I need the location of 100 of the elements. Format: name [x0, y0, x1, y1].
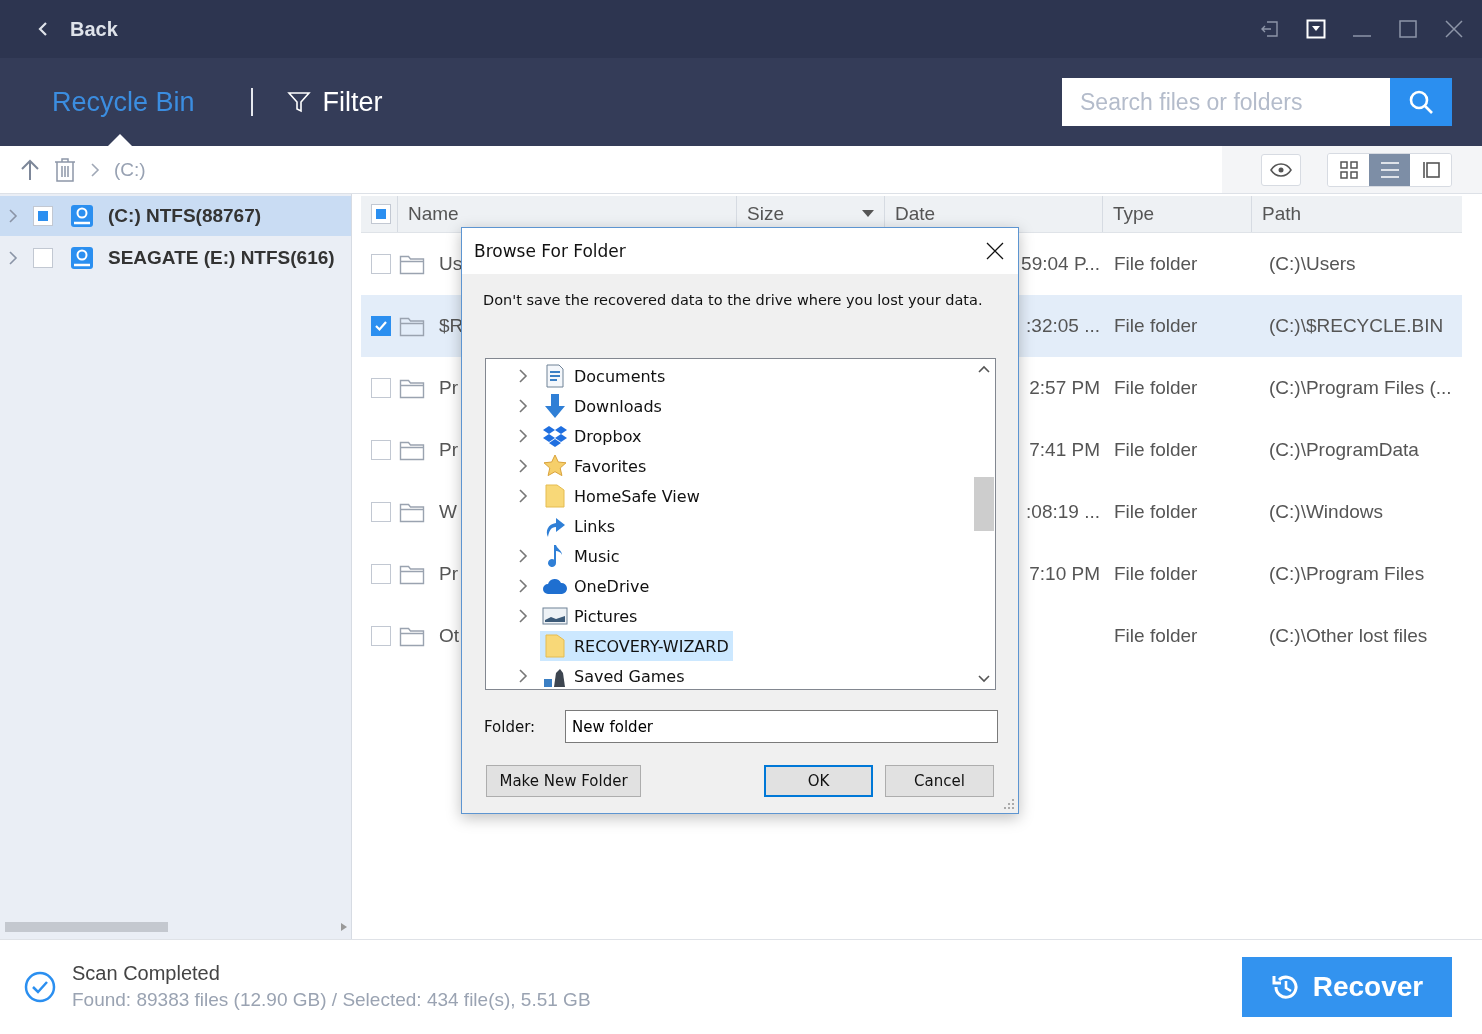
table-cell: W [439, 501, 457, 523]
checkbox[interactable] [371, 564, 391, 584]
drive-item[interactable]: (C:) NTFS(88767) [0, 196, 351, 236]
expand-chevron-icon[interactable] [518, 489, 528, 503]
chevron-right-icon[interactable] [90, 162, 100, 177]
dialog-title: Browse For Folder [474, 241, 626, 261]
close-icon[interactable] [1444, 19, 1464, 39]
expand-chevron-icon[interactable] [518, 669, 528, 683]
resize-grip-icon[interactable] [1003, 798, 1015, 810]
checkbox[interactable] [33, 206, 53, 226]
list-view-button[interactable] [1369, 153, 1410, 186]
view-toggle[interactable] [1327, 152, 1452, 187]
filter-icon [286, 90, 311, 114]
tree-item[interactable]: Music [540, 541, 624, 571]
table-cell: (C:)\Users [1269, 253, 1356, 275]
back-button[interactable]: Back [38, 17, 118, 41]
preview-button[interactable] [1261, 153, 1301, 186]
filter-button[interactable]: Filter [286, 86, 383, 118]
chevron-right-icon[interactable] [8, 251, 18, 265]
tree-item[interactable]: Pictures [540, 601, 642, 631]
table-cell: File folder [1114, 501, 1198, 523]
search-field[interactable]: Search files or folders [1062, 78, 1390, 126]
checkbox[interactable] [33, 248, 53, 268]
dialog-button[interactable]: Make New Folder [486, 765, 641, 797]
checkbox[interactable] [371, 440, 391, 460]
expand-chevron-icon[interactable] [518, 549, 528, 563]
tree-item[interactable]: Downloads [540, 391, 666, 421]
table-cell: (C:)\Other lost files [1269, 625, 1428, 647]
folder-icon [399, 439, 425, 461]
expand-chevron-icon[interactable] [518, 459, 528, 473]
table-cell: Pr [439, 377, 458, 399]
grid-view-button[interactable] [1328, 153, 1369, 186]
tree-item[interactable]: HomeSafe View [540, 481, 704, 511]
folder-icon [399, 253, 425, 275]
checkbox[interactable] [371, 254, 391, 274]
folder-icon [399, 315, 425, 337]
checkbox[interactable] [371, 626, 391, 646]
column-header[interactable]: Type [1102, 196, 1251, 232]
scroll-thumb[interactable] [974, 477, 994, 531]
scroll-right-icon[interactable] [341, 923, 347, 931]
panel-view-button[interactable] [1410, 153, 1451, 186]
column-header[interactable]: Path [1251, 196, 1461, 232]
folder-icon [542, 483, 568, 509]
table-cell: (C:)\ProgramData [1269, 439, 1419, 461]
table-cell: (C:)\Program Files (... [1269, 377, 1452, 399]
maximize-icon[interactable] [1398, 19, 1418, 39]
list-icon [1379, 159, 1400, 180]
dialog-button[interactable]: OK [764, 765, 873, 797]
close-button[interactable] [986, 242, 1004, 260]
tree-item[interactable]: Favorites [540, 451, 651, 481]
table-cell: :32:05 ... [1026, 315, 1100, 337]
table-cell: 59:04 P... [1021, 253, 1100, 275]
checkbox[interactable] [371, 316, 391, 336]
tree-item[interactable]: Documents [540, 361, 670, 391]
table-cell: (C:)\$RECYCLE.BIN [1269, 315, 1444, 337]
table-cell: Us [439, 253, 463, 275]
drive-item[interactable]: SEAGATE (E:) NTFS(616) [0, 238, 351, 278]
status-detail: Found: 89383 files (12.90 GB) / Selected: 434 file(s), 5.51 GB [72, 989, 591, 1011]
caret-icon[interactable] [862, 210, 874, 218]
folder-icon [399, 625, 425, 647]
checkbox[interactable] [371, 204, 391, 224]
table-cell: (C:)\Program Files [1269, 563, 1425, 585]
exit-icon[interactable] [1260, 19, 1280, 39]
folder-icon [399, 563, 425, 585]
panel-icon [1420, 159, 1441, 180]
chevron-right-icon[interactable] [8, 209, 18, 223]
tree-item[interactable]: RECOVERY-WIZARD [540, 631, 733, 661]
checkbox[interactable] [371, 502, 391, 522]
expand-chevron-icon[interactable] [518, 399, 528, 413]
drive-icon [70, 204, 94, 228]
up-arrow-icon[interactable] [20, 158, 40, 181]
table-cell: File folder [1114, 253, 1198, 275]
expand-chevron-icon[interactable] [518, 369, 528, 383]
dialog-button[interactable]: Cancel [885, 765, 994, 797]
folder-label: Folder: [484, 717, 537, 736]
dropdown-icon[interactable] [1306, 19, 1326, 39]
expand-chevron-icon[interactable] [518, 429, 528, 443]
table-cell: 7:10 PM [1029, 563, 1100, 585]
eye-icon [1270, 162, 1292, 177]
dropbox-icon [542, 423, 568, 449]
table-cell: Pr [439, 563, 458, 585]
folder-field[interactable]: New folder [565, 710, 998, 743]
checkbox[interactable] [371, 378, 391, 398]
table-cell: $R [439, 315, 464, 337]
folder-icon [542, 633, 568, 659]
folder-icon [399, 377, 425, 399]
search-button[interactable] [1390, 78, 1452, 126]
tree-item[interactable]: OneDrive [540, 571, 654, 601]
tree-item[interactable]: Links [540, 511, 620, 541]
table-cell: Pr [439, 439, 458, 461]
trash-icon[interactable] [54, 157, 76, 182]
expand-chevron-icon[interactable] [518, 609, 528, 623]
scroll-up-icon[interactable] [978, 365, 990, 373]
scroll-down-icon[interactable] [978, 675, 990, 683]
table-cell: File folder [1114, 625, 1198, 647]
search-icon [1408, 89, 1434, 115]
download-icon [542, 393, 568, 419]
tree-item[interactable]: Dropbox [540, 421, 646, 451]
tree-item[interactable]: Saved Games [540, 661, 689, 691]
expand-chevron-icon[interactable] [518, 579, 528, 593]
